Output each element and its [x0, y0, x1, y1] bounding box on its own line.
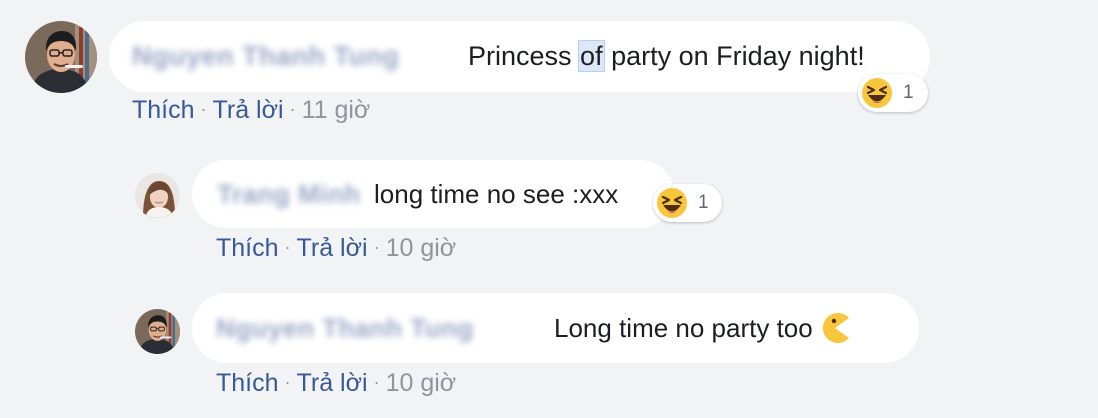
separator-dot: · [284, 372, 291, 392]
comment-actions: Thích · Trả lời · 11 giờ [132, 96, 370, 125]
avatar[interactable] [135, 309, 180, 354]
comment-bubble: Nguyen Thanh Tung Princess of party on F… [109, 21, 930, 92]
comment-author[interactable]: Nguyen Thanh Tung [132, 41, 468, 72]
timestamp[interactable]: 10 giờ [386, 369, 457, 397]
avatar-man-icon [25, 21, 97, 93]
separator-dot: · [284, 237, 291, 257]
comment-text: long time no see :xxx [374, 178, 619, 209]
reply-link[interactable]: Trả lời [213, 96, 284, 124]
timestamp[interactable]: 10 giờ [386, 234, 457, 262]
reaction-count: 1 [698, 192, 709, 213]
haha-emoji-icon [861, 77, 893, 109]
reply-link[interactable]: Trả lời [297, 234, 368, 262]
reaction-badge[interactable]: 1 [653, 184, 722, 222]
separator-dot: · [200, 99, 207, 119]
avatar[interactable] [135, 173, 180, 218]
avatar[interactable] [25, 21, 97, 93]
like-link[interactable]: Thích [216, 234, 279, 262]
avatar-woman-icon [135, 173, 180, 218]
comment-bubble: Nguyen Thanh Tung Long time no party too [192, 293, 919, 363]
pacman-emoji-icon [819, 312, 851, 344]
separator-dot: · [373, 372, 380, 392]
highlighted-word: of [578, 40, 605, 72]
comment-author[interactable]: Nguyen Thanh Tung [216, 313, 554, 344]
comment-text: Long time no party too [554, 312, 813, 343]
avatar-man-icon [135, 309, 180, 354]
reply-link[interactable]: Trả lời [297, 369, 368, 397]
comment-author[interactable]: Trang Minh [217, 179, 374, 210]
comment-bubble: Trang Minh long time no see :xxx [192, 160, 674, 228]
separator-dot: · [373, 237, 380, 257]
comment-actions: Thích · Trả lời · 10 giờ [216, 234, 456, 263]
like-link[interactable]: Thích [216, 369, 279, 397]
haha-emoji-icon [656, 187, 688, 219]
comment-actions: Thích · Trả lời · 10 giờ [216, 369, 456, 398]
like-link[interactable]: Thích [132, 96, 195, 124]
reaction-badge[interactable]: 1 [858, 74, 928, 112]
reaction-count: 1 [903, 82, 914, 103]
comment-text: Princess of party on Friday night! [468, 40, 865, 72]
separator-dot: · [289, 99, 296, 119]
timestamp[interactable]: 11 giờ [302, 96, 371, 124]
